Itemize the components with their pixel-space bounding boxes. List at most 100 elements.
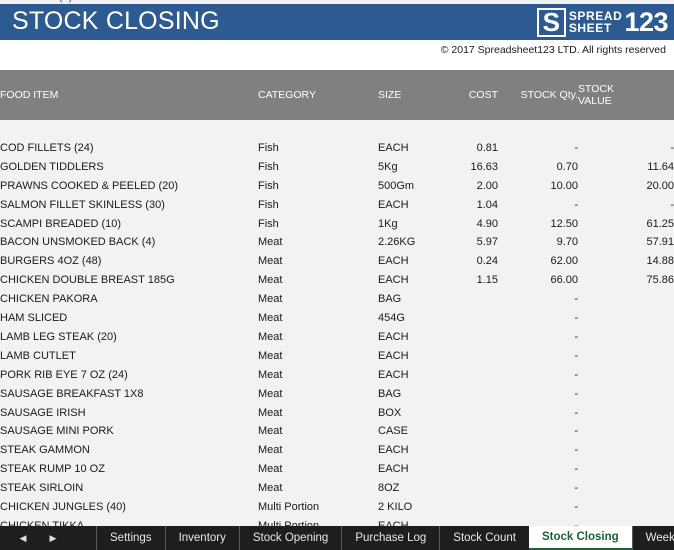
- cell-stock-qty[interactable]: -: [498, 479, 578, 498]
- cell-category[interactable]: Meat: [258, 347, 378, 366]
- cell-cost[interactable]: 2.00: [440, 177, 498, 196]
- table-row[interactable]: SAUSAGE IRISH Meat BOX -: [0, 404, 674, 423]
- cell-food-item[interactable]: CHICKEN DOUBLE BREAST 185G: [0, 271, 258, 290]
- cell-category[interactable]: Meat: [258, 460, 378, 479]
- cell-size[interactable]: EACH: [378, 460, 440, 479]
- cell-stock-value[interactable]: -: [578, 196, 674, 215]
- cell-size[interactable]: EACH: [378, 252, 440, 271]
- cell-category[interactable]: Meat: [258, 271, 378, 290]
- cell-cost[interactable]: [440, 422, 498, 441]
- cell-stock-value[interactable]: [578, 460, 674, 479]
- cell-size[interactable]: 5Kg: [378, 158, 440, 177]
- cell-stock-qty[interactable]: 66.00: [498, 271, 578, 290]
- cell-category[interactable]: Meat: [258, 404, 378, 423]
- cell-cost[interactable]: 1.15: [440, 271, 498, 290]
- cell-size[interactable]: EACH: [378, 139, 440, 158]
- cell-food-item[interactable]: SAUSAGE IRISH: [0, 404, 258, 423]
- cell-category[interactable]: Meat: [258, 441, 378, 460]
- cell-stock-qty[interactable]: -: [498, 441, 578, 460]
- cell-stock-value[interactable]: 11.64: [578, 158, 674, 177]
- cell-category[interactable]: Meat: [258, 309, 378, 328]
- cell-size[interactable]: 2.26KG: [378, 233, 440, 252]
- table-row[interactable]: PRAWNS COOKED & PEELED (20) Fish 500Gm 2.00…: [0, 177, 674, 196]
- cell-size[interactable]: 1Kg: [378, 215, 440, 234]
- cell-food-item[interactable]: GOLDEN TIDDLERS: [0, 158, 258, 177]
- cell-cost[interactable]: [440, 498, 498, 517]
- cell-stock-value[interactable]: [578, 479, 674, 498]
- table-row[interactable]: BURGERS 4OZ (48) Meat EACH 0.24 62.00 14.88: [0, 252, 674, 271]
- cell-food-item[interactable]: STEAK SIRLOIN: [0, 479, 258, 498]
- cell-category[interactable]: Meat: [258, 366, 378, 385]
- cell-cost[interactable]: [440, 366, 498, 385]
- cell-food-item[interactable]: STEAK GAMMON: [0, 441, 258, 460]
- table-row[interactable]: SAUSAGE MINI PORK Meat CASE -: [0, 422, 674, 441]
- cell-size[interactable]: EACH: [378, 328, 440, 347]
- table-row[interactable]: STEAK SIRLOIN Meat 8OZ -: [0, 479, 674, 498]
- sheet-nav-arrows[interactable]: ◀ ▶: [0, 526, 96, 550]
- cell-category[interactable]: Meat: [258, 422, 378, 441]
- table-row[interactable]: HAM SLICED Meat 454G -: [0, 309, 674, 328]
- cell-food-item[interactable]: CHICKEN JUNGLES (40): [0, 498, 258, 517]
- cell-stock-qty[interactable]: -: [498, 309, 578, 328]
- cell-stock-value[interactable]: [578, 290, 674, 309]
- column-header-food-item[interactable]: FOOD ITEM: [0, 70, 258, 120]
- cell-food-item[interactable]: SCAMPI BREADED (10): [0, 215, 258, 234]
- table-row[interactable]: SALMON FILLET SKINLESS (30) Fish EACH 1.04-…: [0, 196, 674, 215]
- cell-category[interactable]: Fish: [258, 158, 378, 177]
- cell-category[interactable]: Meat: [258, 479, 378, 498]
- cell-stock-value[interactable]: [578, 404, 674, 423]
- cell-stock-qty[interactable]: 62.00: [498, 252, 578, 271]
- column-header-size[interactable]: SIZE: [378, 70, 440, 120]
- sheet-tab-bar[interactable]: ◀ ▶ Settings Inventory Stock Opening Purcha…: [0, 526, 674, 550]
- cell-cost[interactable]: 0.81: [440, 139, 498, 158]
- cell-food-item[interactable]: SAUSAGE BREAKFAST 1X8: [0, 385, 258, 404]
- next-sheet-icon[interactable]: ▶: [38, 533, 68, 544]
- table-row[interactable]: CHICKEN JUNGLES (40) Multi Portion 2 KILO -: [0, 498, 674, 517]
- sheet-tab-purchase-log[interactable]: Purchase Log: [341, 526, 439, 550]
- cell-size[interactable]: 500Gm: [378, 177, 440, 196]
- cell-size[interactable]: EACH: [378, 366, 440, 385]
- table-row[interactable]: CHICKEN DOUBLE BREAST 185G Meat EACH 1.15 66…: [0, 271, 674, 290]
- cell-category[interactable]: Meat: [258, 233, 378, 252]
- table-row[interactable]: SAUSAGE BREAKFAST 1X8 Meat BAG -: [0, 385, 674, 404]
- cell-category[interactable]: Meat: [258, 328, 378, 347]
- cell-food-item[interactable]: BURGERS 4OZ (48): [0, 252, 258, 271]
- cell-stock-value[interactable]: [578, 328, 674, 347]
- cell-stock-value[interactable]: 75.86: [578, 271, 674, 290]
- cell-stock-value[interactable]: 57.91: [578, 233, 674, 252]
- cell-cost[interactable]: 16.63: [440, 158, 498, 177]
- cell-cost[interactable]: 5.97: [440, 233, 498, 252]
- cell-stock-qty[interactable]: -: [498, 460, 578, 479]
- cell-stock-value[interactable]: [578, 498, 674, 517]
- cell-size[interactable]: 8OZ: [378, 479, 440, 498]
- cell-stock-value[interactable]: [578, 366, 674, 385]
- cell-stock-qty[interactable]: -: [498, 196, 578, 215]
- cell-food-item[interactable]: PORK RIB EYE 7 OZ (24): [0, 366, 258, 385]
- cell-stock-qty[interactable]: -: [498, 290, 578, 309]
- sheet-tab-inventory[interactable]: Inventory: [164, 526, 239, 550]
- table-row[interactable]: LAMB CUTLET Meat EACH -: [0, 347, 674, 366]
- cell-cost[interactable]: [440, 328, 498, 347]
- cell-cost[interactable]: [440, 347, 498, 366]
- cell-stock-value[interactable]: [578, 347, 674, 366]
- table-row[interactable]: SCAMPI BREADED (10) Fish 1Kg 4.90 12.50 61.25: [0, 215, 674, 234]
- cell-stock-value[interactable]: [578, 309, 674, 328]
- cell-cost[interactable]: [440, 309, 498, 328]
- cell-size[interactable]: BAG: [378, 385, 440, 404]
- cell-stock-value[interactable]: 20.00: [578, 177, 674, 196]
- cell-size[interactable]: EACH: [378, 196, 440, 215]
- cell-stock-qty[interactable]: -: [498, 422, 578, 441]
- cell-cost[interactable]: [440, 479, 498, 498]
- cell-cost[interactable]: [440, 441, 498, 460]
- table-row[interactable]: BACON UNSMOKED BACK (4) Meat 2.26KG 5.97 9.7…: [0, 233, 674, 252]
- cell-category[interactable]: Meat: [258, 385, 378, 404]
- cell-size[interactable]: 454G: [378, 309, 440, 328]
- table-row[interactable]: PORK RIB EYE 7 OZ (24) Meat EACH -: [0, 366, 674, 385]
- cell-category[interactable]: Fish: [258, 215, 378, 234]
- cell-category[interactable]: Multi Portion: [258, 498, 378, 517]
- cell-size[interactable]: EACH: [378, 441, 440, 460]
- cell-stock-value[interactable]: 14.88: [578, 252, 674, 271]
- cell-food-item[interactable]: LAMB LEG STEAK (20): [0, 328, 258, 347]
- table-row[interactable]: GOLDEN TIDDLERS Fish 5Kg 16.63 0.70 11.64: [0, 158, 674, 177]
- cell-category[interactable]: Fish: [258, 177, 378, 196]
